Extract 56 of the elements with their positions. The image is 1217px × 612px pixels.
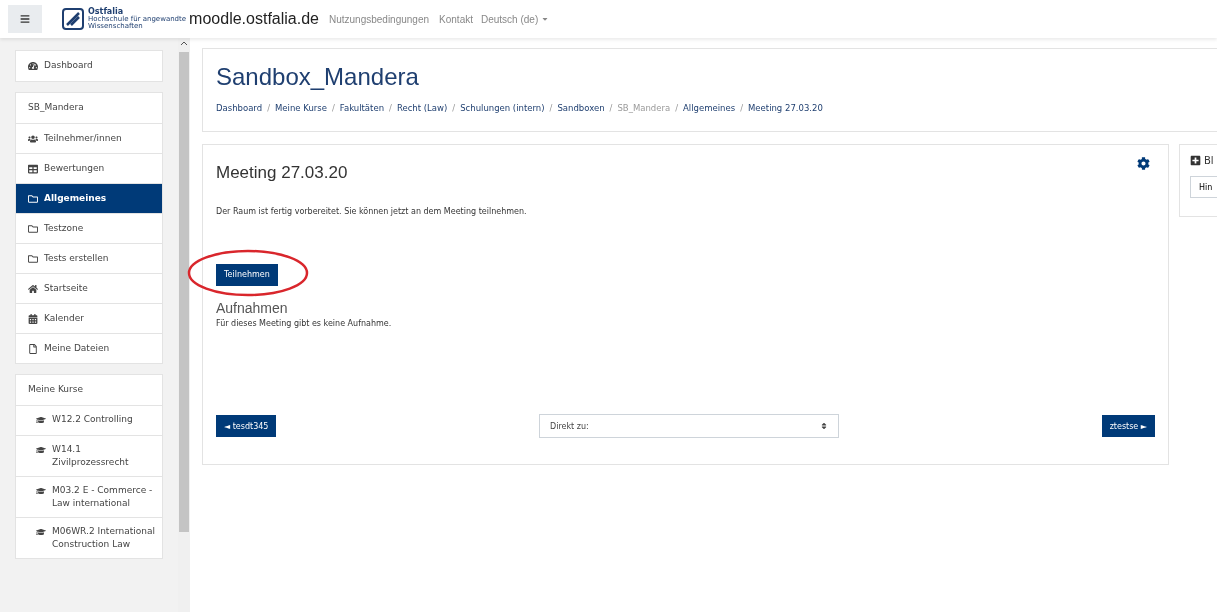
next-button[interactable]: ztestse ► (1101, 415, 1155, 437)
logo-icon (62, 8, 84, 30)
nav-link[interactable]: Kontakt (439, 13, 473, 25)
breadcrumb-link[interactable]: Sandboxen (557, 103, 605, 113)
breadcrumb-separator: / (267, 103, 270, 113)
add-block-button[interactable]: Hin (1190, 176, 1217, 198)
table-icon (28, 164, 38, 174)
settings-icon[interactable] (1137, 157, 1150, 170)
breadcrumb-separator: / (549, 103, 553, 113)
scroll-thumb[interactable] (179, 52, 189, 532)
sidebar-item[interactable]: Allgemeines (16, 183, 162, 213)
people-icon (28, 134, 38, 144)
caret-icon (541, 15, 550, 23)
logo-name: Ostfalia (88, 8, 124, 16)
breadcrumb-link: SB_Mandera (617, 103, 671, 113)
sort-icon (820, 422, 828, 430)
folder-icon (28, 194, 38, 204)
menu-button[interactable] (8, 5, 42, 33)
breadcrumb-separator: / (740, 103, 743, 113)
block-title: Bl (1204, 155, 1214, 166)
plus-icon (1190, 155, 1201, 166)
status-message: Der Raum ist fertig vorbereitet. Sie können jetzt an dem Meeting teilnehmen. (216, 207, 528, 216)
house-icon (28, 284, 38, 294)
graduation-cap-icon (36, 527, 46, 537)
breadcrumb-separator: / (331, 103, 335, 113)
recordings-message: Für dieses Meeting gibt es keine Aufnahme. (216, 318, 393, 328)
section-title: Aufnahmen (216, 299, 289, 316)
breadcrumb-separator: / (452, 103, 456, 113)
graduation-cap-icon (36, 486, 46, 496)
site-name[interactable]: moodle.ostfalia.de (189, 10, 319, 28)
breadcrumb-separator: / (609, 103, 613, 113)
folder-icon (28, 254, 38, 264)
graduation-cap-icon (36, 445, 46, 455)
file-icon (28, 344, 38, 354)
breadcrumb-link[interactable]: Recht (Law) (396, 103, 448, 113)
menu-icon (20, 14, 30, 24)
breadcrumb-link[interactable]: Schulungen (intern) (460, 103, 545, 113)
folder-icon (28, 224, 38, 234)
breadcrumb-separator: / (389, 103, 392, 113)
breadcrumb-link[interactable]: Fakultäten (339, 103, 385, 113)
scroll-up-icon[interactable] (180, 40, 188, 46)
activity-title: Meeting 27.03.20 (216, 163, 348, 183)
language-menu[interactable]: Deutsch (de) (481, 13, 550, 25)
graduation-cap-icon (36, 415, 46, 425)
breadcrumb-link[interactable]: Meine Kurse (275, 103, 327, 113)
dashboard-icon (28, 61, 38, 71)
calendar-icon (28, 314, 38, 324)
previous-button[interactable]: ◄ tesdt345 (216, 415, 277, 437)
breadcrumb-link[interactable]: Meeting 27.03.20 (748, 103, 823, 113)
page-title: Sandbox_Mandera (216, 63, 420, 91)
jump-select[interactable]: Direkt zu: (539, 414, 839, 438)
breadcrumb-separator: / (675, 103, 679, 113)
join-button[interactable]: Teilnehmen (216, 263, 278, 286)
nav-link[interactable]: Nutzungsbedingungen (328, 13, 430, 25)
breadcrumb-link[interactable]: Allgemeines (683, 103, 736, 113)
breadcrumb-link[interactable]: Dashboard (216, 103, 263, 113)
